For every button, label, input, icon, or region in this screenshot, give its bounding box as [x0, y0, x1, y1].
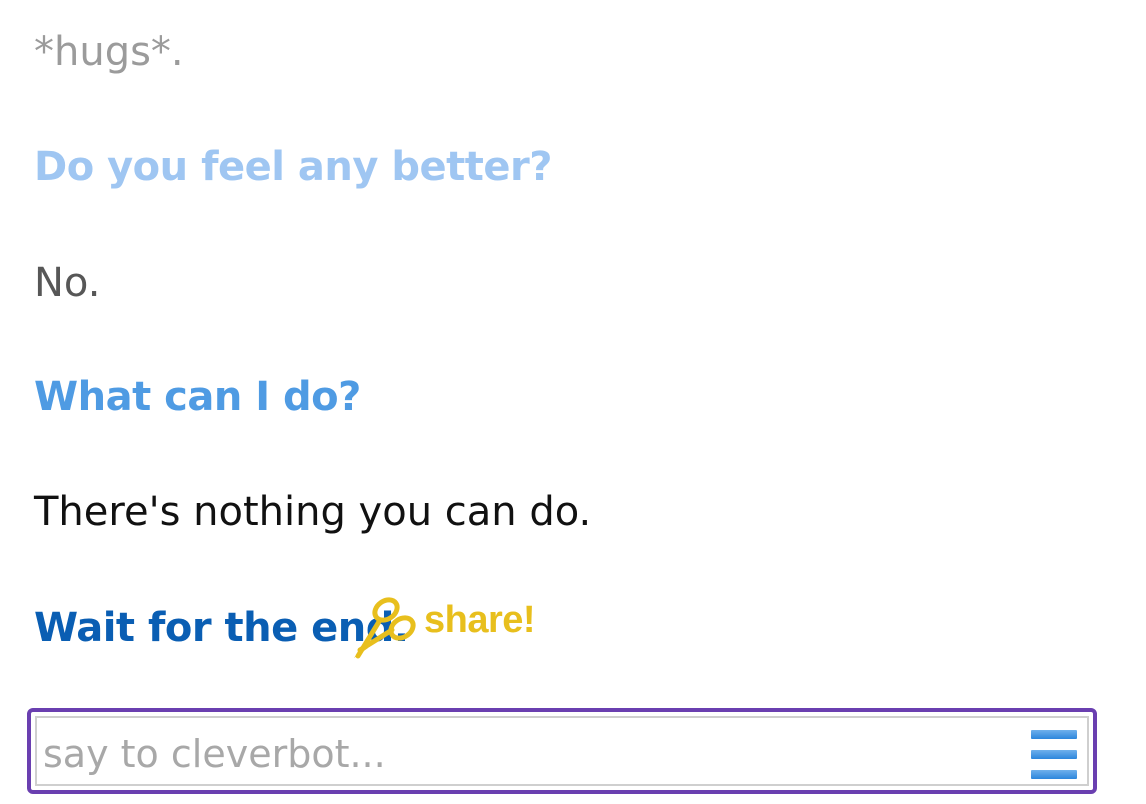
menu-button[interactable]	[1031, 730, 1077, 782]
share-button[interactable]: share!	[346, 586, 536, 666]
say-input[interactable]	[43, 724, 1003, 784]
bot-message: *hugs*.	[34, 29, 184, 75]
bot-message: There's nothing you can do.	[34, 489, 592, 535]
chat-input-box	[27, 708, 1097, 794]
menu-bar	[1031, 770, 1077, 779]
share-label: share!	[424, 598, 536, 641]
scissors-icon	[346, 586, 422, 666]
user-message: What can I do?	[34, 374, 361, 420]
menu-bar	[1031, 730, 1077, 739]
chat-input-frame	[35, 716, 1089, 786]
user-message: Do you feel any better?	[34, 144, 552, 190]
menu-bar	[1031, 750, 1077, 759]
bot-message: No.	[34, 260, 101, 306]
